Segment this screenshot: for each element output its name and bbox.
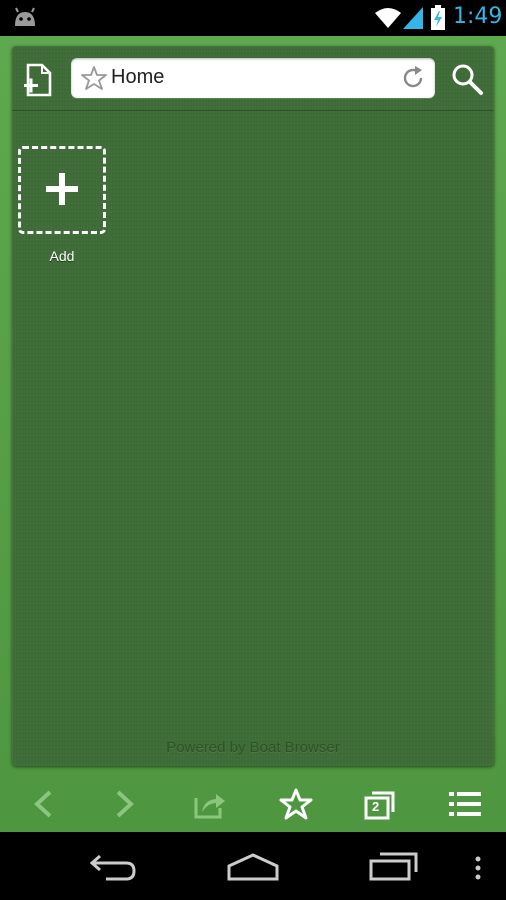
bottom-toolbar: 2 (0, 778, 506, 832)
home-icon[interactable] (226, 852, 280, 887)
powered-by-text: Powered by Boat Browser (166, 739, 340, 756)
system-nav-bar (0, 832, 506, 900)
signal-icon (402, 6, 424, 35)
add-speed-dial-button[interactable] (18, 146, 106, 234)
wifi-icon (374, 6, 402, 35)
bookmarks-star-icon[interactable] (279, 788, 313, 825)
new-tab-icon[interactable] (22, 62, 56, 98)
plus-icon (46, 173, 78, 210)
recent-apps-icon[interactable] (368, 850, 420, 887)
forward-icon[interactable] (112, 788, 138, 825)
search-icon[interactable] (450, 62, 484, 96)
clock: 1:49 (453, 4, 503, 29)
tab-count: 2 (372, 799, 380, 814)
address-bar[interactable]: Home (71, 58, 435, 98)
browser-app: Home Add Powered by Boat Browser 2 (0, 36, 506, 832)
top-toolbar: Home (12, 46, 494, 111)
menu-icon[interactable] (448, 788, 482, 825)
share-icon[interactable] (194, 788, 228, 825)
tabs-icon[interactable]: 2 (363, 788, 397, 825)
back-icon[interactable] (30, 788, 56, 825)
bookmark-star-icon[interactable] (81, 66, 107, 95)
reload-icon[interactable] (401, 66, 425, 95)
overflow-menu-icon[interactable] (474, 856, 482, 885)
add-label: Add (49, 248, 75, 264)
android-icon (12, 6, 38, 33)
battery-charging-icon (430, 5, 446, 36)
home-panel: Home Add Powered by Boat Browser (12, 46, 494, 766)
address-title: Home (111, 66, 165, 88)
back-icon[interactable] (88, 852, 138, 887)
status-bar: 1:49 (0, 0, 506, 36)
